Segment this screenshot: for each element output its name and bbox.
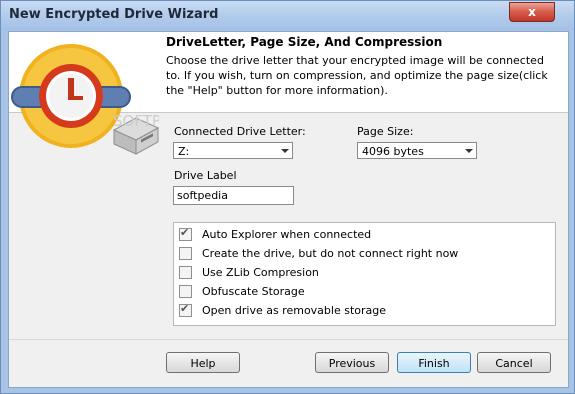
finish-button[interactable]: Finish — [397, 352, 471, 373]
footer-divider — [9, 339, 568, 340]
option-label: Use ZLib Compresion — [202, 265, 319, 279]
page-description: Choose the drive letter that your encryp… — [166, 54, 548, 97]
option-obfuscate-storage[interactable]: Obfuscate Storage — [179, 283, 305, 299]
drive-letter-select[interactable]: Z: — [173, 142, 293, 159]
option-label: Auto Explorer when connected — [202, 227, 372, 241]
checkmark-icon: ✔ — [180, 301, 190, 315]
option-removable-storage[interactable]: ✔ Open drive as removable storage — [179, 302, 386, 318]
option-label: Create the drive, but do not connect rig… — [202, 246, 459, 260]
checkbox[interactable]: ✔ — [179, 225, 192, 241]
checkbox[interactable] — [179, 265, 192, 279]
window-title: New Encrypted Drive Wizard — [9, 7, 219, 22]
checkmark-icon: ✔ — [180, 225, 190, 239]
option-create-no-connect[interactable]: Create the drive, but do not connect rig… — [179, 245, 458, 261]
help-button[interactable]: Help — [166, 352, 240, 373]
drive-letter-label: Connected Drive Letter: — [174, 125, 306, 138]
page-size-label: Page Size: — [357, 125, 414, 138]
option-zlib-compression[interactable]: Use ZLib Compresion — [179, 264, 319, 280]
checkbox[interactable] — [179, 246, 192, 260]
checkbox[interactable]: ✔ — [179, 301, 192, 317]
title-bar[interactable]: New Encrypted Drive Wizard x — [1, 1, 574, 30]
page-size-select[interactable]: 4096 bytes — [357, 142, 477, 159]
option-auto-explorer[interactable]: ✔ Auto Explorer when connected — [179, 226, 371, 242]
chevron-down-icon — [281, 149, 289, 153]
encrypted-drive-logo-icon: SOFTPEDIA — [11, 44, 159, 155]
options-list: ✔ Auto Explorer when connected Create th… — [173, 222, 556, 326]
option-label: Obfuscate Storage — [202, 284, 305, 298]
drive-label-input[interactable]: softpedia — [173, 186, 294, 205]
watermark-text: SOFTPEDIA — [113, 112, 159, 130]
page-title: DriveLetter, Page Size, And Compression — [166, 35, 443, 49]
drive-letter-value: Z: — [178, 145, 190, 158]
close-button[interactable]: x — [509, 2, 555, 22]
previous-button[interactable]: Previous — [315, 352, 389, 373]
option-label: Open drive as removable storage — [202, 303, 387, 317]
chevron-down-icon — [465, 149, 473, 153]
page-size-value: 4096 bytes — [362, 145, 424, 158]
checkbox[interactable] — [179, 284, 192, 298]
wizard-window: New Encrypted Drive Wizard x DriveLetter… — [0, 0, 575, 394]
wizard-client-area: DriveLetter, Page Size, And Compression … — [8, 31, 569, 388]
drive-label-label: Drive Label — [174, 169, 237, 182]
cancel-button[interactable]: Cancel — [477, 352, 551, 373]
